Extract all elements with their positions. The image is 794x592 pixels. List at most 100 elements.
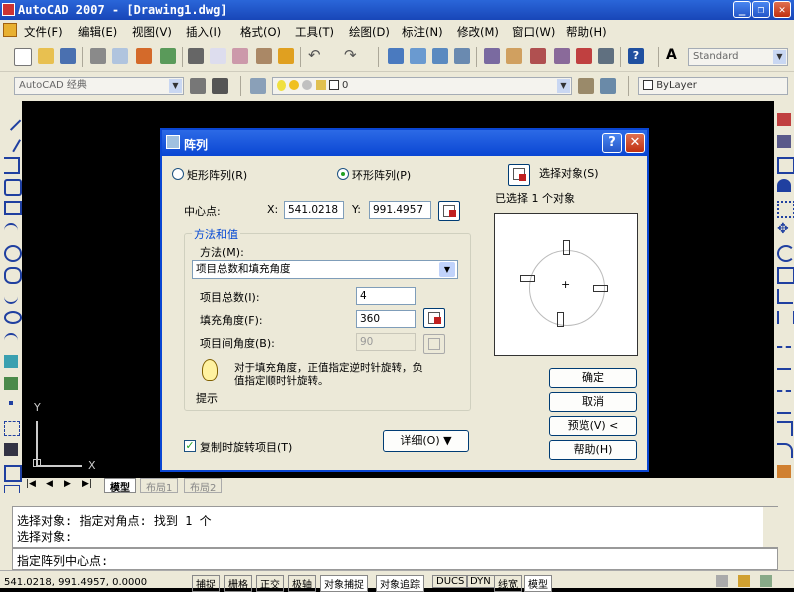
open-icon[interactable] <box>38 48 54 64</box>
tab-next-button[interactable]: ▶ <box>64 479 71 489</box>
document-icon[interactable] <box>3 23 17 37</box>
text-style-select[interactable]: Standard ▼ <box>688 48 788 66</box>
dyn-toggle[interactable]: DYN <box>466 575 495 588</box>
sun-icon[interactable] <box>289 80 300 90</box>
tab-last-button[interactable]: ▶| <box>82 479 92 489</box>
stretch-icon[interactable] <box>777 289 793 304</box>
chamfer-icon[interactable] <box>777 421 793 436</box>
menu-edit[interactable]: 编辑(E) <box>78 24 117 40</box>
polar-array-radio[interactable] <box>337 168 349 180</box>
center-x-field[interactable]: 541.0218 <box>284 201 344 219</box>
osnap-toggle[interactable]: 对象捕捉 <box>320 575 368 592</box>
command-input[interactable]: 指定阵列中心点: <box>12 548 778 570</box>
dialog-help-button[interactable]: ? <box>602 133 622 153</box>
polyline-icon[interactable] <box>4 157 20 174</box>
command-scrollbar[interactable] <box>763 507 778 547</box>
pick-angle-between-button[interactable] <box>423 334 445 354</box>
snap-toggle[interactable]: 捕捉 <box>192 575 220 592</box>
polar-array-label[interactable]: 环形阵列(P) <box>352 167 411 183</box>
layer-select[interactable]: 0 ▼ <box>272 77 572 95</box>
explode-icon[interactable] <box>777 465 791 478</box>
menu-draw[interactable]: 绘图(D) <box>349 24 390 40</box>
undo-icon[interactable]: ↶ <box>308 48 324 64</box>
close-button[interactable]: ✕ <box>773 1 791 18</box>
save-workspace-icon[interactable] <box>212 78 228 94</box>
cut-icon[interactable] <box>188 48 204 64</box>
polar-toggle[interactable]: 极轴 <box>288 575 316 592</box>
angle-between-field[interactable]: 90 <box>356 333 416 351</box>
3d-dwf-icon[interactable] <box>160 48 176 64</box>
light-bulb-icon[interactable] <box>277 79 286 91</box>
mirror-icon[interactable] <box>777 157 794 174</box>
tab-first-button[interactable]: |◀ <box>26 479 36 489</box>
offset-icon[interactable] <box>777 179 791 192</box>
chevron-down-icon[interactable]: ▼ <box>773 50 786 64</box>
break-at-point-icon[interactable] <box>777 355 791 370</box>
redo-icon[interactable]: ↷ <box>344 48 360 64</box>
block-editor-icon[interactable] <box>278 48 294 64</box>
select-objects-button[interactable] <box>508 164 530 186</box>
move-icon[interactable]: ✥ <box>777 222 791 236</box>
arc-icon[interactable] <box>4 223 18 238</box>
otrack-toggle[interactable]: 对象追踪 <box>376 575 424 592</box>
make-current-layer-icon[interactable] <box>578 78 594 94</box>
grid-toggle[interactable]: 栅格 <box>224 575 252 592</box>
rotate-icon[interactable] <box>777 245 794 262</box>
new-icon[interactable] <box>14 48 32 66</box>
copy-icon[interactable] <box>210 48 226 64</box>
zoom-realtime-icon[interactable] <box>410 48 426 64</box>
freeze-viewport-icon[interactable] <box>302 80 313 90</box>
rect-array-radio[interactable] <box>172 168 184 180</box>
comm-center-icon[interactable] <box>760 575 772 587</box>
region-icon[interactable] <box>4 465 22 482</box>
ducs-toggle[interactable]: DUCS <box>432 575 469 588</box>
sheet-set-icon[interactable] <box>554 48 570 64</box>
zoom-previous-icon[interactable] <box>454 48 470 64</box>
lock-icon[interactable] <box>315 80 326 90</box>
help-button[interactable]: 帮助(H) <box>549 440 637 460</box>
ellipse-arc-icon[interactable] <box>4 333 18 348</box>
menu-file[interactable]: 文件(F) <box>24 24 63 40</box>
lineweight-toggle[interactable]: 线宽 <box>494 575 522 592</box>
pan-icon[interactable] <box>388 48 404 64</box>
join-icon[interactable] <box>777 399 791 414</box>
chevron-down-icon[interactable]: ▼ <box>439 262 455 277</box>
maximize-button[interactable]: ❐ <box>752 1 770 18</box>
ok-button[interactable]: 确定 <box>549 368 637 388</box>
ortho-toggle[interactable]: 正交 <box>256 575 284 592</box>
insert-block-icon[interactable] <box>4 355 18 368</box>
menu-insert[interactable]: 插入(I) <box>186 24 221 40</box>
menu-format[interactable]: 格式(O) <box>240 24 281 40</box>
save-icon[interactable] <box>60 48 76 64</box>
menu-window[interactable]: 窗口(W) <box>512 24 555 40</box>
design-center-icon[interactable] <box>506 48 522 64</box>
tab-layout2[interactable]: 布局2 <box>184 478 223 494</box>
make-block-icon[interactable] <box>4 377 18 390</box>
hatch-icon[interactable] <box>4 421 20 436</box>
rotate-items-checkbox[interactable]: ✓ <box>184 440 196 452</box>
menu-help[interactable]: 帮助(H) <box>566 24 607 40</box>
cancel-button[interactable]: 取消 <box>549 392 637 412</box>
layer-properties-icon[interactable] <box>250 78 266 94</box>
rotate-items-label[interactable]: 复制时旋转项目(T) <box>200 439 292 455</box>
paste-icon[interactable] <box>232 48 248 64</box>
ellipse-icon[interactable] <box>4 311 22 324</box>
menu-view[interactable]: 视图(V) <box>132 24 172 40</box>
menu-tools[interactable]: 工具(T) <box>295 24 334 40</box>
center-y-field[interactable]: 991.4957 <box>369 201 431 219</box>
layer-previous-icon[interactable] <box>600 78 616 94</box>
array-icon[interactable] <box>777 201 794 218</box>
construction-line-icon[interactable] <box>1 132 21 153</box>
method-select[interactable]: 项目总数和填充角度 ▼ <box>192 260 458 279</box>
properties-icon[interactable] <box>484 48 500 64</box>
minimize-button[interactable]: _ <box>733 1 751 18</box>
rect-array-label[interactable]: 矩形阵列(R) <box>187 167 247 183</box>
chevron-down-icon[interactable]: ▼ <box>169 79 182 93</box>
color-select[interactable]: ByLayer <box>638 77 788 95</box>
tool-palettes-icon[interactable] <box>530 48 546 64</box>
rectangle-icon[interactable] <box>4 201 22 215</box>
extend-icon[interactable] <box>777 333 791 348</box>
erase-icon[interactable] <box>777 113 791 126</box>
line-icon[interactable] <box>0 110 22 131</box>
select-objects-label[interactable]: 选择对象(S) <box>539 165 599 181</box>
